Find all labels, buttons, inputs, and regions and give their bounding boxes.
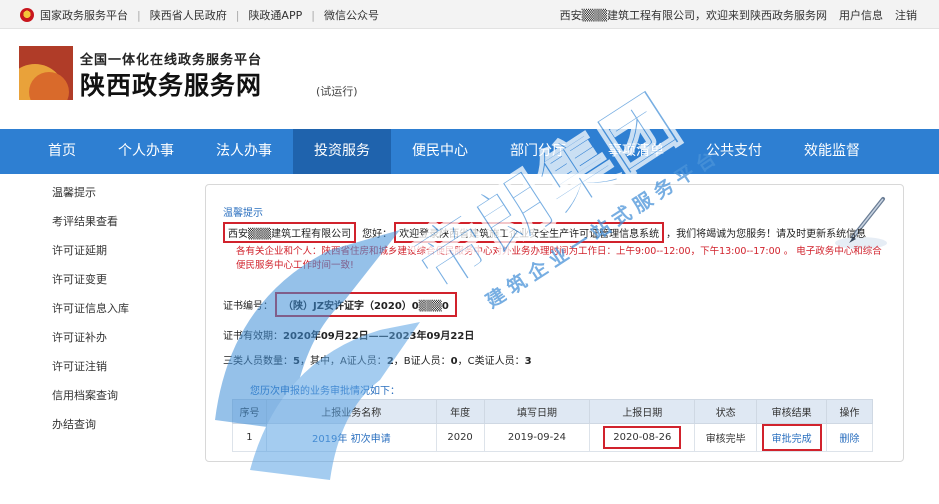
sidebar-item-credit[interactable]: 信用档案查询 — [0, 381, 195, 410]
cell-year: 2020 — [435, 423, 485, 452]
sidebar-item-tips[interactable]: 温馨提示 — [0, 178, 195, 207]
staff-c-label: ，C类证人员： — [457, 356, 525, 367]
col-year: 年度 — [435, 399, 485, 424]
sidebar: 温馨提示 考评结果查看 许可证延期 许可证变更 许可证信息入库 许可证补办 许可… — [0, 174, 195, 504]
nav-investment[interactable]: 投资服务 — [293, 129, 391, 174]
staff-a-label: ，其中，A证人员： — [299, 356, 387, 367]
national-emblem-icon — [20, 8, 34, 22]
cell-business-name: 2019年 初次申请 — [265, 423, 437, 452]
staff-label: 三类人员数量： — [223, 356, 293, 367]
nav-departments[interactable]: 部门分厅 — [489, 129, 587, 174]
top-links: 国家政务服务平台 | 陕西省人民政府 | 陕政通APP | 微信公众号 — [20, 7, 379, 23]
col-submit-date: 上报日期 — [589, 399, 696, 424]
table-header-row: 序号 上报业务名称 年度 填写日期 上报日期 状态 审核结果 操作 — [232, 399, 873, 424]
sidebar-item-extension[interactable]: 许可证延期 — [0, 236, 195, 265]
cell-review-result: 审批完成 — [756, 423, 828, 452]
trial-label: (试运行) — [316, 85, 358, 98]
nav-supervision[interactable]: 效能监督 — [783, 129, 881, 174]
main-nav: 首页 个人办事 法人办事 投资服务 便民中心 部门分厅 事项清单 公共支付 效能… — [0, 129, 939, 174]
sidebar-item-info-entry[interactable]: 许可证信息入库 — [0, 294, 195, 323]
col-status: 状态 — [694, 399, 758, 424]
cert-label: 证书编号： — [223, 301, 273, 312]
cert-number: （陕）JZ安许证字（2020）0▒▒▒0 — [275, 292, 457, 317]
company-name: 西安▒▒▒建筑工程有限公司 — [223, 222, 357, 243]
greeting-line: 西安▒▒▒建筑工程有限公司 您好： 欢迎登录陕西省建筑施工企业安全生产许可证管理… — [223, 222, 866, 243]
submit-date-value: 2020-08-26 — [603, 426, 682, 449]
logout-link[interactable]: 注销 — [895, 7, 917, 23]
sidebar-item-cancel[interactable]: 许可证注销 — [0, 352, 195, 381]
records-table: 序号 上报业务名称 年度 填写日期 上报日期 状态 审核结果 操作 1 2019… — [232, 399, 873, 452]
staff-a: 2 — [386, 356, 394, 367]
cell-submit-date: 2020-08-26 — [589, 423, 696, 452]
cell-fill-date: 2019-09-24 — [483, 423, 591, 452]
hello-text: 您好： — [362, 229, 393, 240]
validity-value: 2020年09月22日——2023年09月22日 — [283, 331, 475, 342]
nav-home[interactable]: 首页 — [27, 129, 97, 174]
sidebar-item-evaluation[interactable]: 考评结果查看 — [0, 207, 195, 236]
nav-item-list[interactable]: 事项清单 — [587, 129, 685, 174]
system-name: 欢迎登录陕西省建筑施工企业安全生产许可证管理信息系统 — [394, 222, 665, 243]
link-app[interactable]: 陕政通APP — [248, 7, 302, 23]
nav-convenience[interactable]: 便民中心 — [391, 129, 489, 174]
review-result-link[interactable]: 审批完成 — [761, 424, 822, 451]
col-actions: 操作 — [826, 399, 873, 424]
delete-link[interactable]: 删除 — [840, 434, 860, 445]
sidebar-item-reissue[interactable]: 许可证补办 — [0, 323, 195, 352]
staff-c: 3 — [524, 356, 532, 367]
user-area: 西安▒▒▒建筑工程有限公司，欢迎来到陕西政务服务网 用户信息 注销 — [560, 7, 917, 23]
content-panel: 温馨提示 西安▒▒▒建筑工程有限公司 您好： 欢迎登录陕西省建筑施工企业安全生产… — [205, 184, 904, 462]
welcome-text: 西安▒▒▒建筑工程有限公司，欢迎来到陕西政务服务网 — [559, 9, 827, 22]
certificate-number-line: 证书编号： （陕）JZ安许证字（2020）0▒▒▒0 — [223, 292, 457, 317]
link-national-platform[interactable]: 国家政务服务平台 — [40, 7, 128, 23]
staff-b: 0 — [450, 356, 458, 367]
table-row: 1 2019年 初次申请 2020 2019-09-24 2020-08-26 … — [232, 423, 873, 452]
validity-line: 证书有效期：2020年09月22日——2023年09月22日 — [223, 327, 474, 342]
divider: | — [137, 8, 141, 22]
site-header: 全国一体化在线政务服务平台 陕西政务服务网 (试运行) — [0, 29, 939, 129]
sidebar-item-change[interactable]: 许可证变更 — [0, 265, 195, 294]
validity-label: 证书有效期： — [223, 331, 283, 342]
user-info-link[interactable]: 用户信息 — [839, 7, 883, 23]
cell-actions: 删除 — [826, 423, 873, 452]
col-review-result: 审核结果 — [756, 399, 828, 424]
divider: | — [235, 8, 240, 22]
divider: | — [311, 8, 315, 22]
staff-count-line: 三类人员数量：5，其中，A证人员：2，B证人员：0，C类证人员：3 — [223, 352, 532, 367]
nav-legal-entity[interactable]: 法人办事 — [195, 129, 293, 174]
cell-index: 1 — [232, 423, 267, 452]
cell-status: 审核完毕 — [694, 423, 758, 452]
tip-title: 温馨提示 — [223, 208, 263, 219]
top-bar: 国家政务服务平台 | 陕西省人民政府 | 陕政通APP | 微信公众号 西安▒▒… — [0, 0, 939, 29]
business-name-link[interactable]: 2019年 初次申请 — [312, 434, 391, 445]
nav-personal[interactable]: 个人办事 — [97, 129, 195, 174]
col-business-name: 上报业务名称 — [265, 399, 437, 424]
staff-b-label: ，B证人员： — [393, 356, 451, 367]
staff-total: 5 — [293, 356, 300, 367]
serve-text: ，我们将竭诚为您服务！请及时更新系统信息 — [666, 229, 867, 240]
sidebar-item-completed[interactable]: 办结查询 — [0, 410, 195, 439]
link-provincial-government[interactable]: 陕西省人民政府 — [150, 7, 227, 23]
link-wechat[interactable]: 微信公众号 — [324, 7, 379, 23]
notice-text: 各有关企业和个人：陕西省住房和城乡建设综合便民服务中心对外业务办理时间为工作日：… — [236, 246, 882, 271]
site-name[interactable]: 陕西政务服务网 — [80, 66, 262, 102]
col-index: 序号 — [232, 399, 267, 424]
history-title: 您历次申报的业务审批情况如下： — [250, 386, 400, 397]
site-logo-icon[interactable] — [19, 46, 73, 100]
col-fill-date: 填写日期 — [483, 399, 591, 424]
nav-payment[interactable]: 公共支付 — [685, 129, 783, 174]
